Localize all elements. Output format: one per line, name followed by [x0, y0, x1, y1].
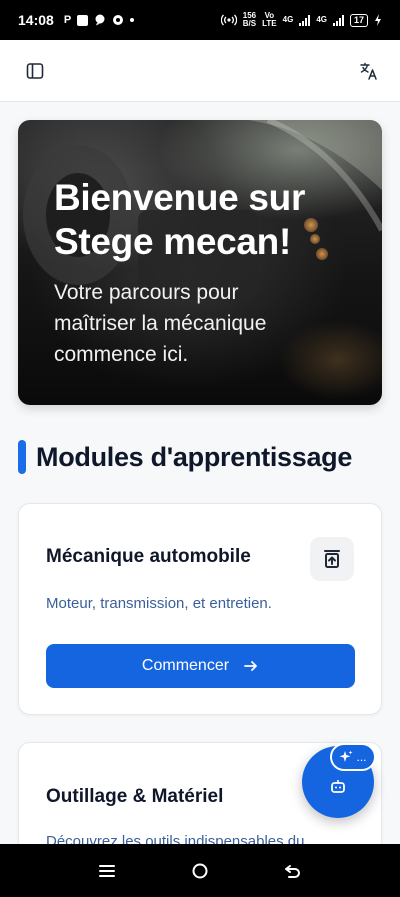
square-notification-icon	[77, 14, 89, 26]
section-accent-bar	[18, 440, 26, 474]
volte-badge: Vo LTE	[262, 11, 277, 28]
ai-sparkle-badge[interactable]: ...	[330, 743, 376, 771]
home-button[interactable]	[185, 856, 215, 886]
system-nav-bar	[0, 844, 400, 897]
more-notifications-icon	[130, 18, 135, 22]
signal-2-icon	[332, 14, 344, 26]
network-type-2: 4G	[316, 15, 327, 24]
hero-subtitle: Votre parcours pour maîtriser la mécaniq…	[54, 281, 267, 366]
status-bar: 14:08 P 156 B/S Vo LTE 4G 4G 17	[0, 0, 400, 40]
charging-icon	[374, 14, 382, 26]
translate-icon[interactable]	[358, 60, 380, 82]
home-circle-icon	[192, 863, 208, 878]
car-jack-icon	[310, 537, 354, 581]
section-title: Modules d'apprentissage	[36, 441, 353, 472]
start-button[interactable]: Commencer	[46, 644, 355, 688]
hotspot-icon	[220, 13, 237, 27]
messenger-notification-icon	[112, 14, 124, 26]
app-header	[0, 40, 400, 102]
chat-notification-icon	[94, 14, 106, 26]
start-button-label: Commencer	[141, 657, 230, 674]
hero-banner: Bienvenue sur Stege mecan! Votre parcour…	[18, 120, 382, 405]
back-arrow-icon	[285, 864, 301, 878]
robot-icon	[331, 780, 345, 793]
arrow-right-icon	[244, 661, 257, 671]
app-notification-icon: P	[63, 14, 72, 26]
menu-lines-icon	[98, 864, 115, 877]
signal-1-icon	[299, 14, 311, 26]
sidebar-toggle-icon[interactable]	[24, 60, 46, 82]
module-title: Outillage & Matériel	[46, 786, 224, 807]
status-time: 14:08	[18, 12, 54, 28]
module-description: Moteur, transmission, et entretien.	[46, 595, 272, 612]
module-title: Mécanique automobile	[46, 546, 251, 567]
recent-apps-button[interactable]	[92, 856, 122, 886]
net-speed: 156 B/S	[242, 11, 257, 28]
battery-indicator: 17	[349, 13, 368, 27]
section-heading: Modules d'apprentissage	[18, 440, 352, 474]
network-type-1: 4G	[282, 15, 294, 24]
back-button[interactable]	[278, 856, 308, 886]
sparkle-icon	[339, 750, 353, 762]
sparkle-badge-dots: ...	[356, 750, 367, 764]
hero-title: Bienvenue sur Stege mecan!	[54, 177, 306, 262]
module-card: Mécanique automobile Moteur, transmissio…	[18, 503, 382, 715]
